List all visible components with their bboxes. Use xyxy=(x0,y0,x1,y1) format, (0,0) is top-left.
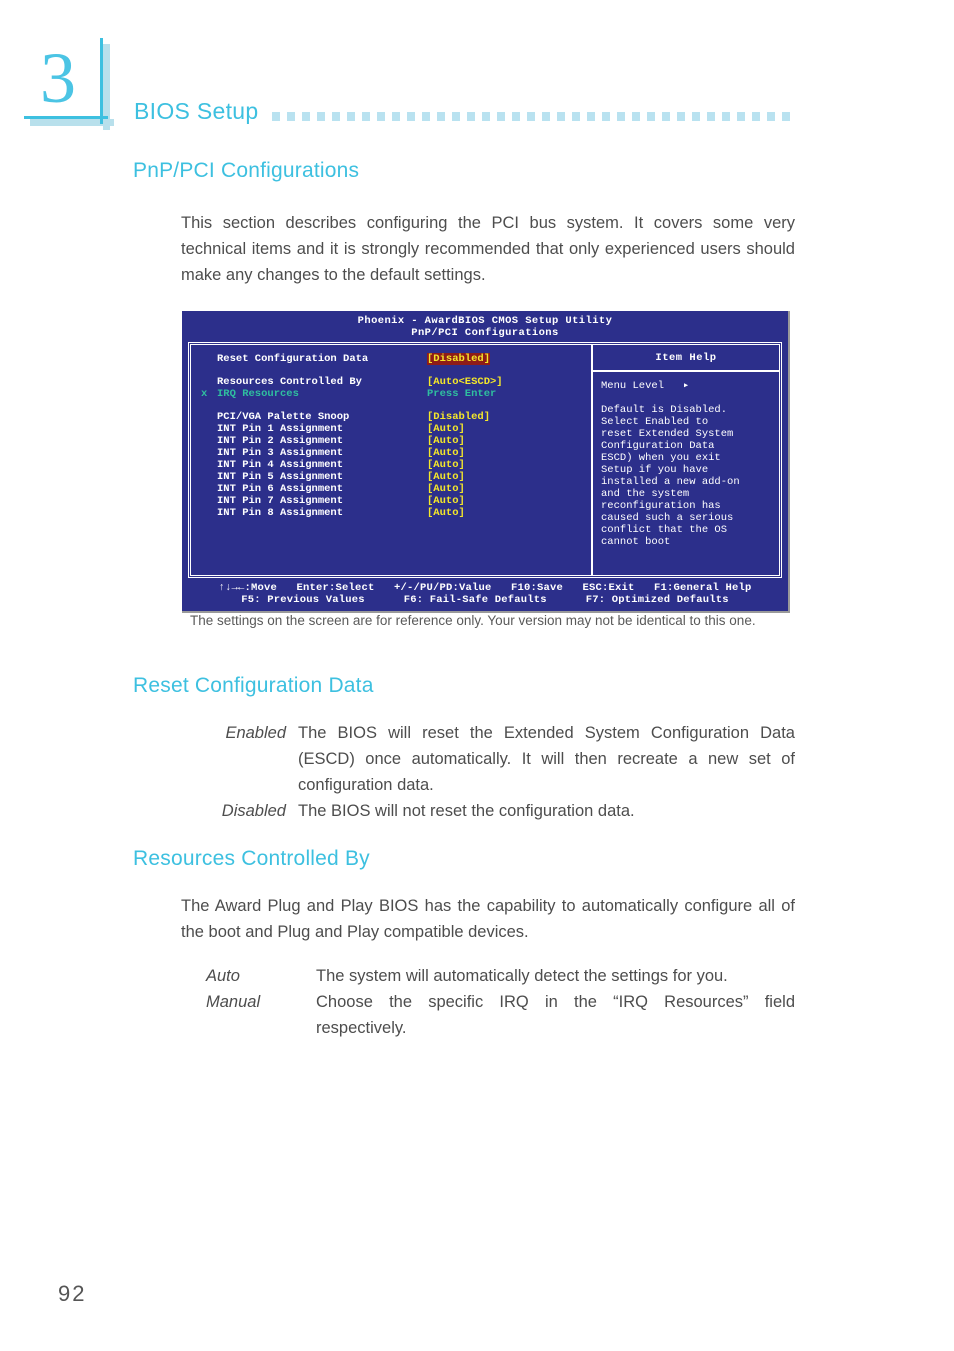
definition-row: Auto The system will automatically detect… xyxy=(181,963,795,989)
bios-setting-value[interactable]: [Auto] xyxy=(427,435,465,447)
bios-screenshot-figure: Phoenix - AwardBIOS CMOS Setup Utility P… xyxy=(182,311,794,613)
bios-body-frame: Reset Configuration Data [Disabled] Resour… xyxy=(188,342,782,578)
bios-setting-row[interactable]: INT Pin 5 Assignment [Auto] xyxy=(191,471,591,483)
bios-setting-label: INT Pin 1 Assignment xyxy=(217,423,344,435)
definition-term: Disabled xyxy=(221,802,286,820)
chapter-badge: 3 xyxy=(24,38,114,130)
header-title: BIOS Setup xyxy=(134,98,259,124)
definition-term: Enabled xyxy=(225,724,286,742)
bios-setting-value[interactable]: Press Enter xyxy=(427,388,496,400)
definition-term: Manual xyxy=(206,993,261,1011)
bios-setting-row[interactable]: INT Pin 6 Assignment [Auto] xyxy=(191,483,591,495)
definition-description: The system will automatically detect the… xyxy=(316,967,728,985)
page-number: 92 xyxy=(58,1281,87,1306)
bios-body-inner: Reset Configuration Data [Disabled] Resour… xyxy=(190,344,780,576)
bios-title-line1: Phoenix - AwardBIOS CMOS Setup Utility xyxy=(357,315,613,327)
item-help-line: and the system xyxy=(601,488,690,500)
bios-setting-label: INT Pin 2 Assignment xyxy=(217,435,344,447)
bios-footer-line2: F5: Previous Values F6: Fail-Safe Defaul… xyxy=(241,594,729,606)
bios-titlebar: Phoenix - AwardBIOS CMOS Setup Utility P… xyxy=(182,311,788,342)
definition-row: Enabled The BIOS will reset the Extended … xyxy=(181,720,795,798)
item-help-line: Default is Disabled. xyxy=(601,404,728,416)
bios-row-spacer xyxy=(191,365,591,376)
bios-setting-label: INT Pin 6 Assignment xyxy=(217,483,344,495)
item-help-line: Setup if you have xyxy=(601,464,709,476)
bios-setting-label: INT Pin 5 Assignment xyxy=(217,471,344,483)
reset-configuration-definition-list: Enabled The BIOS will reset the Extended … xyxy=(181,720,795,824)
bios-settings-list: Reset Configuration Data [Disabled] Resour… xyxy=(191,345,591,575)
bios-setting-label: INT Pin 8 Assignment xyxy=(217,507,344,519)
bios-title-line2: PnP/PCI Configurations xyxy=(411,327,559,339)
bios-item-help-panel: Item Help Menu Level ▸ Default is Disabl… xyxy=(593,345,779,575)
item-help-spacer xyxy=(601,392,779,404)
chapter-header: 3 BIOS Setup xyxy=(0,0,954,150)
definition-row: Disabled The BIOS will not reset the conf… xyxy=(181,798,795,824)
section-heading-resources-controlled-by: Resources Controlled By xyxy=(133,847,370,870)
bios-setting-value[interactable]: [Auto<ESCD>] xyxy=(427,376,503,388)
bios-setting-label: Reset Configuration Data xyxy=(217,353,369,365)
item-help-line: reconfiguration has xyxy=(601,500,721,512)
item-help-line: caused such a serious xyxy=(601,512,734,524)
menu-level-line: Menu Level ▸ xyxy=(601,380,690,392)
section-heading-pnp-pci: PnP/PCI Configurations xyxy=(133,159,360,182)
bios-setting-value[interactable]: [Auto] xyxy=(427,471,465,483)
bios-setting-value[interactable]: [Auto] xyxy=(427,495,465,507)
bios-setting-row[interactable]: Reset Configuration Data [Disabled] xyxy=(191,353,591,365)
bios-setting-label: INT Pin 4 Assignment xyxy=(217,459,344,471)
item-help-line: Configuration Data xyxy=(601,440,715,452)
bios-setting-label: INT Pin 7 Assignment xyxy=(217,495,344,507)
bios-footer-keys: ↑↓→←:Move Enter:Select +/-/PU/PD:Value F… xyxy=(182,578,788,611)
header-dotted-rule xyxy=(272,112,796,121)
bios-footer-line1: ↑↓→←:Move Enter:Select +/-/PU/PD:Value F… xyxy=(218,582,752,594)
item-help-body: Menu Level ▸ Default is Disabled. Select … xyxy=(593,372,779,548)
item-help-line: ESCD) when you exit xyxy=(601,452,721,464)
bios-setting-value[interactable]: [Disabled] xyxy=(427,411,490,423)
bios-setting-label: IRQ Resources xyxy=(217,388,299,400)
definition-description: The BIOS will reset the Extended System … xyxy=(298,724,795,794)
figure-caption: The settings on the screen are for refer… xyxy=(190,613,756,628)
item-help-title: Item Help xyxy=(593,345,779,372)
bios-setting-row[interactable]: INT Pin 3 Assignment [Auto] xyxy=(191,447,591,459)
bios-setting-row[interactable]: INT Pin 8 Assignment [Auto] xyxy=(191,507,591,519)
chapter-badge-rule-vertical xyxy=(100,38,103,124)
bios-setting-value[interactable]: [Disabled] xyxy=(427,353,491,365)
bios-setting-row[interactable]: INT Pin 4 Assignment [Auto] xyxy=(191,459,591,471)
bios-setting-row[interactable]: INT Pin 7 Assignment [Auto] xyxy=(191,495,591,507)
bios-setting-label: Resources Controlled By xyxy=(217,376,362,388)
intro-paragraph: This section describes configuring the P… xyxy=(181,214,795,284)
item-help-line: reset Extended System xyxy=(601,428,734,440)
bios-setting-label: PCI/VGA Palette Snoop xyxy=(217,411,350,423)
resources-controlled-definition-list: Auto The system will automatically detect… xyxy=(181,963,795,1041)
bios-setting-value[interactable]: [Auto] xyxy=(427,483,465,495)
bios-disabled-marker: x xyxy=(201,388,208,400)
definition-row: Manual Choose the specific IRQ in the “IR… xyxy=(181,989,795,1041)
item-help-line: conflict that the OS xyxy=(601,524,728,536)
bios-setting-row[interactable]: INT Pin 2 Assignment [Auto] xyxy=(191,435,591,447)
bios-setting-row[interactable]: Resources Controlled By [Auto<ESCD>] xyxy=(191,376,591,388)
bios-setting-row[interactable]: INT Pin 1 Assignment [Auto] xyxy=(191,423,591,435)
bios-screen: Phoenix - AwardBIOS CMOS Setup Utility P… xyxy=(182,311,790,613)
definition-term: Auto xyxy=(206,967,240,985)
bios-setting-row[interactable]: PCI/VGA Palette Snoop [Disabled] xyxy=(191,411,591,423)
resources-paragraph: The Award Plug and Play BIOS has the cap… xyxy=(181,897,795,941)
item-help-line: Select Enabled to xyxy=(601,416,709,428)
bios-setting-value[interactable]: [Auto] xyxy=(427,423,465,435)
item-help-line: cannot boot xyxy=(601,536,671,548)
bios-setting-value[interactable]: [Auto] xyxy=(427,507,465,519)
bios-setting-label: INT Pin 3 Assignment xyxy=(217,447,344,459)
bios-setting-value[interactable]: [Auto] xyxy=(427,447,465,459)
definition-description: Choose the specific IRQ in the “IRQ Reso… xyxy=(316,993,795,1037)
bios-setting-value[interactable]: [Auto] xyxy=(427,459,465,471)
bios-row-spacer xyxy=(191,400,591,411)
chapter-number: 3 xyxy=(40,38,76,118)
item-help-text: Default is Disabled. Select Enabled to res… xyxy=(601,404,779,548)
definition-description: The BIOS will not reset the configuratio… xyxy=(298,802,635,820)
section-heading-reset-configuration-data: Reset Configuration Data xyxy=(133,674,374,697)
bios-setting-row[interactable]: x IRQ Resources Press Enter xyxy=(191,388,591,400)
item-help-line: installed a new add-on xyxy=(601,476,740,488)
